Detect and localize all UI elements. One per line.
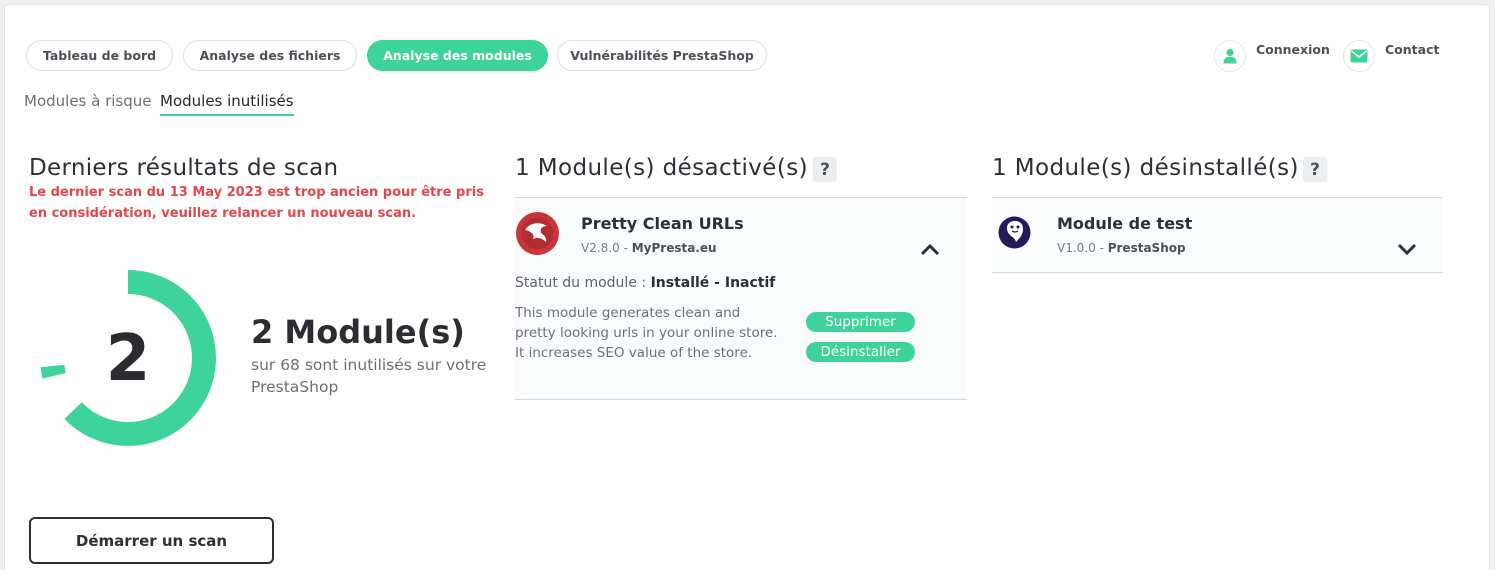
tab-prestashop-vulnerabilities[interactable]: Vulnérabilités PrestaShop — [557, 40, 767, 71]
uninstalled-help-button[interactable]: ? — [1303, 157, 1327, 182]
divider — [992, 272, 1443, 273]
module-status: Statut du module : Installé - Inactif — [515, 275, 776, 291]
subtab-risky-modules[interactable]: Modules à risque — [24, 92, 152, 114]
uninstalled-module-panel — [992, 198, 1443, 272]
uninstalled-module-name: Module de test — [1057, 214, 1193, 233]
uninstalled-modules-title: 1 Module(s) désinstallé(s) — [992, 155, 1299, 181]
disabled-module-meta: V2.8.0 - MyPresta.eu — [581, 241, 717, 255]
collapse-chevron-up-icon[interactable] — [920, 242, 940, 256]
user-icon — [1214, 40, 1246, 72]
disabled-module-name: Pretty Clean URLs — [581, 214, 744, 233]
tab-file-analysis[interactable]: Analyse des fichiers — [183, 40, 357, 71]
envelope-icon — [1343, 40, 1375, 72]
scan-results-title: Derniers résultats de scan — [29, 155, 339, 181]
start-scan-button[interactable]: Démarrer un scan — [29, 517, 274, 564]
unused-modules-count: 2 Module(s) — [251, 313, 465, 351]
contact-link[interactable]: Contact — [1343, 40, 1439, 72]
gauge-value: 2 — [105, 322, 151, 396]
unused-modules-subtitle: sur 68 sont inutilisés sur votre PrestaS… — [251, 356, 487, 396]
pretty-clean-urls-logo-icon — [516, 212, 559, 255]
subtab-unused-modules[interactable]: Modules inutilisés — [160, 92, 294, 116]
prestashop-logo-icon — [998, 216, 1031, 249]
login-link[interactable]: Connexion — [1214, 40, 1330, 72]
tab-dashboard[interactable]: Tableau de bord — [26, 40, 173, 71]
uninstall-module-button[interactable]: Désinstaller — [806, 342, 915, 362]
disabled-help-button[interactable]: ? — [813, 157, 837, 182]
delete-module-button[interactable]: Supprimer — [806, 312, 915, 332]
login-label: Connexion — [1256, 41, 1330, 57]
tab-module-analysis[interactable]: Analyse des modules — [367, 40, 548, 71]
divider — [515, 399, 967, 400]
uninstalled-module-meta: V1.0.0 - PrestaShop — [1057, 241, 1186, 255]
scan-warning: Le dernier scan du 13 May 2023 est trop … — [29, 185, 484, 221]
module-description: This module generates clean and pretty l… — [515, 305, 778, 361]
expand-chevron-down-icon[interactable] — [1397, 242, 1417, 256]
contact-label: Contact — [1385, 41, 1440, 57]
disabled-modules-title: 1 Module(s) désactivé(s) — [515, 155, 808, 181]
